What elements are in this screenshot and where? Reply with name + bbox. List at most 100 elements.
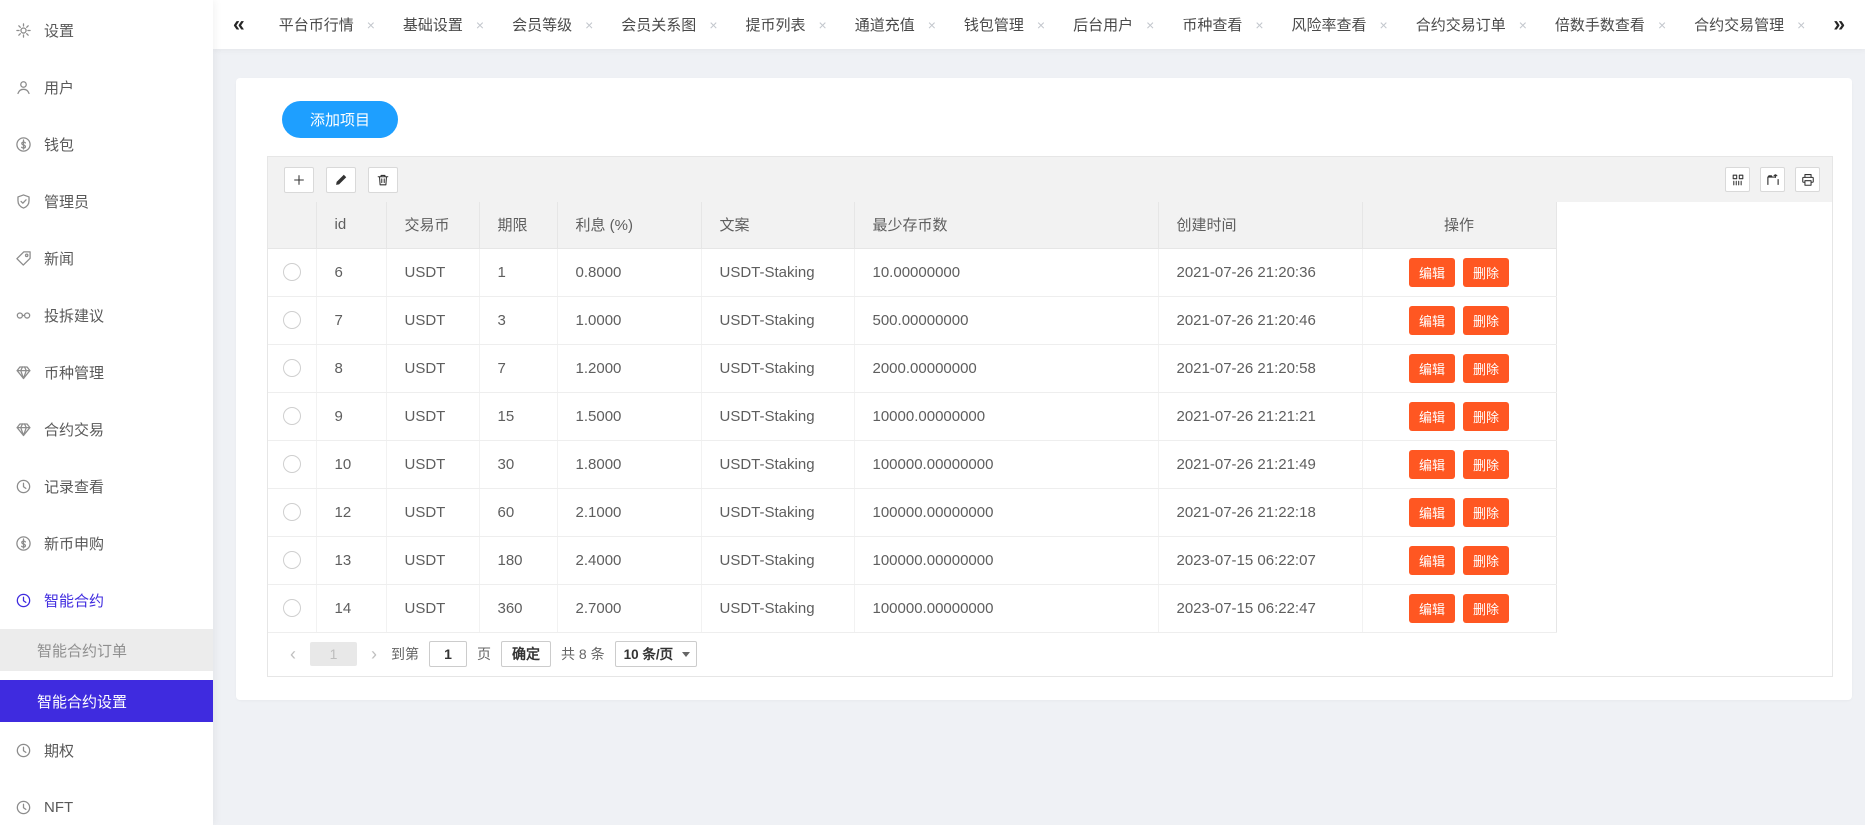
- tabs-scroll-right-icon[interactable]: »: [1813, 13, 1865, 37]
- tab[interactable]: 会员等级×: [498, 0, 607, 49]
- sidebar-item-contract-trade[interactable]: 合约交易: [0, 401, 213, 458]
- tab[interactable]: 平台币行情×: [265, 0, 389, 49]
- goto-page-input[interactable]: [429, 641, 467, 667]
- edit-button[interactable]: 编辑: [1409, 402, 1455, 431]
- page-size-select[interactable]: 10 条/页: [615, 641, 697, 667]
- toolbar-export-button[interactable]: [1760, 167, 1785, 192]
- edit-button[interactable]: 编辑: [1409, 498, 1455, 527]
- history-icon: [14, 592, 32, 610]
- shield-icon: [14, 193, 32, 211]
- edit-button[interactable]: 编辑: [1409, 546, 1455, 575]
- delete-button[interactable]: 删除: [1463, 450, 1509, 479]
- tab-close-icon[interactable]: ×: [1037, 17, 1045, 33]
- page-size-select-wrap: 10 条/页: [615, 641, 697, 667]
- row-radio[interactable]: [283, 407, 301, 425]
- sidebar-item-smart-contract[interactable]: 智能合约: [0, 572, 213, 629]
- row-radio[interactable]: [283, 551, 301, 569]
- table-cell: USDT: [386, 296, 479, 344]
- tab-close-icon[interactable]: ×: [1519, 17, 1527, 33]
- tab-close-icon[interactable]: ×: [1380, 17, 1388, 33]
- row-radio[interactable]: [283, 311, 301, 329]
- tab-close-icon[interactable]: ×: [1146, 17, 1154, 33]
- tab[interactable]: 会员关系图×: [607, 0, 731, 49]
- page-prev-button[interactable]: ‹: [286, 645, 300, 663]
- toolbar-edit-button[interactable]: [326, 167, 356, 193]
- edit-button[interactable]: 编辑: [1409, 258, 1455, 287]
- tab-close-icon[interactable]: ×: [476, 17, 484, 33]
- tab-close-icon[interactable]: ×: [819, 17, 827, 33]
- sidebar-item-wallet[interactable]: 钱包: [0, 116, 213, 173]
- delete-button[interactable]: 删除: [1463, 306, 1509, 335]
- row-radio[interactable]: [283, 263, 301, 281]
- delete-button[interactable]: 删除: [1463, 258, 1509, 287]
- data-table-panel: id交易币期限利息 (%)文案最少存币数创建时间操作 6USDT10.8000U…: [267, 156, 1833, 677]
- sidebar-item-nft[interactable]: NFT: [0, 779, 213, 825]
- delete-button[interactable]: 删除: [1463, 354, 1509, 383]
- sidebar-item-coin-manage[interactable]: 币种管理: [0, 344, 213, 401]
- tab[interactable]: 提币列表×: [732, 0, 841, 49]
- sidebar-item-users[interactable]: 用户: [0, 59, 213, 116]
- tab-close-icon[interactable]: ×: [1255, 17, 1263, 33]
- sidebar-item-news[interactable]: 新闻: [0, 230, 213, 287]
- table-cell: USDT: [386, 440, 479, 488]
- sidebar-item-settings[interactable]: 设置: [0, 2, 213, 59]
- main-area: « 平台币行情×基础设置×会员等级×会员关系图×提币列表×通道充值×钱包管理×后…: [213, 0, 1865, 825]
- toolbar-delete-button[interactable]: [368, 167, 398, 193]
- table-cell: 30: [479, 440, 557, 488]
- sidebar-item-feedback[interactable]: 投拆建议: [0, 287, 213, 344]
- table-header-cell: id: [316, 202, 386, 248]
- page-current[interactable]: 1: [310, 642, 357, 666]
- delete-button[interactable]: 删除: [1463, 402, 1509, 431]
- tab[interactable]: 币种查看×: [1168, 0, 1277, 49]
- sidebar-subitem-smart-contract-settings[interactable]: 智能合约设置: [0, 680, 213, 722]
- tab-close-icon[interactable]: ×: [585, 17, 593, 33]
- delete-button[interactable]: 删除: [1463, 546, 1509, 575]
- page-next-button[interactable]: ›: [367, 645, 381, 663]
- tab[interactable]: 合约交易订单×: [1402, 0, 1541, 49]
- sidebar-item-options[interactable]: 期权: [0, 722, 213, 779]
- tabs-scroll-left-icon[interactable]: «: [213, 13, 265, 37]
- table-cell: USDT-Staking: [701, 488, 854, 536]
- add-project-button[interactable]: 添加项目: [282, 101, 398, 138]
- delete-button[interactable]: 删除: [1463, 594, 1509, 623]
- edit-button[interactable]: 编辑: [1409, 306, 1455, 335]
- tab-close-icon[interactable]: ×: [367, 17, 375, 33]
- toolbar-print-button[interactable]: [1795, 167, 1820, 192]
- row-radio[interactable]: [283, 503, 301, 521]
- edit-button[interactable]: 编辑: [1409, 450, 1455, 479]
- table-cell: USDT-Staking: [701, 344, 854, 392]
- delete-button[interactable]: 删除: [1463, 498, 1509, 527]
- edit-button[interactable]: 编辑: [1409, 354, 1455, 383]
- tab[interactable]: 钱包管理×: [950, 0, 1059, 49]
- tab[interactable]: 倍数手数查看×: [1541, 0, 1680, 49]
- row-radio[interactable]: [283, 599, 301, 617]
- sidebar-item-label: 设置: [44, 20, 74, 41]
- edit-button[interactable]: 编辑: [1409, 594, 1455, 623]
- table-header-cell: 交易币: [386, 202, 479, 248]
- tab-close-icon[interactable]: ×: [1797, 17, 1805, 33]
- row-radio[interactable]: [283, 455, 301, 473]
- tab-close-icon[interactable]: ×: [928, 17, 936, 33]
- tab[interactable]: 基础设置×: [389, 0, 498, 49]
- tab[interactable]: 后台用户 ×: [1059, 0, 1168, 49]
- table-cell: USDT: [386, 488, 479, 536]
- tab-label: 后台用户: [1073, 14, 1133, 35]
- sidebar-item-new-coin[interactable]: 新币申购: [0, 515, 213, 572]
- tab[interactable]: 风险率查看×: [1278, 0, 1402, 49]
- toolbar-add-button[interactable]: [284, 167, 314, 193]
- sidebar-item-admin[interactable]: 管理员: [0, 173, 213, 230]
- table-cell-actions: 编辑删除: [1362, 584, 1556, 632]
- table-header-row: id交易币期限利息 (%)文案最少存币数创建时间操作: [268, 202, 1556, 248]
- row-radio[interactable]: [283, 359, 301, 377]
- sidebar-subitem-smart-contract-orders[interactable]: 智能合约订单: [0, 629, 213, 671]
- tab-close-icon[interactable]: ×: [709, 17, 717, 33]
- sidebar-item-records[interactable]: 记录查看: [0, 458, 213, 515]
- table-cell: 60: [479, 488, 557, 536]
- confirm-button[interactable]: 确定: [501, 641, 551, 667]
- tab-close-icon[interactable]: ×: [1658, 17, 1666, 33]
- tab[interactable]: 通道充值×: [841, 0, 950, 49]
- tabbar: « 平台币行情×基础设置×会员等级×会员关系图×提币列表×通道充值×钱包管理×后…: [213, 0, 1865, 49]
- table-cell: 12: [316, 488, 386, 536]
- tab[interactable]: 合约交易管理×: [1680, 0, 1813, 49]
- toolbar-cols-button[interactable]: [1725, 167, 1750, 192]
